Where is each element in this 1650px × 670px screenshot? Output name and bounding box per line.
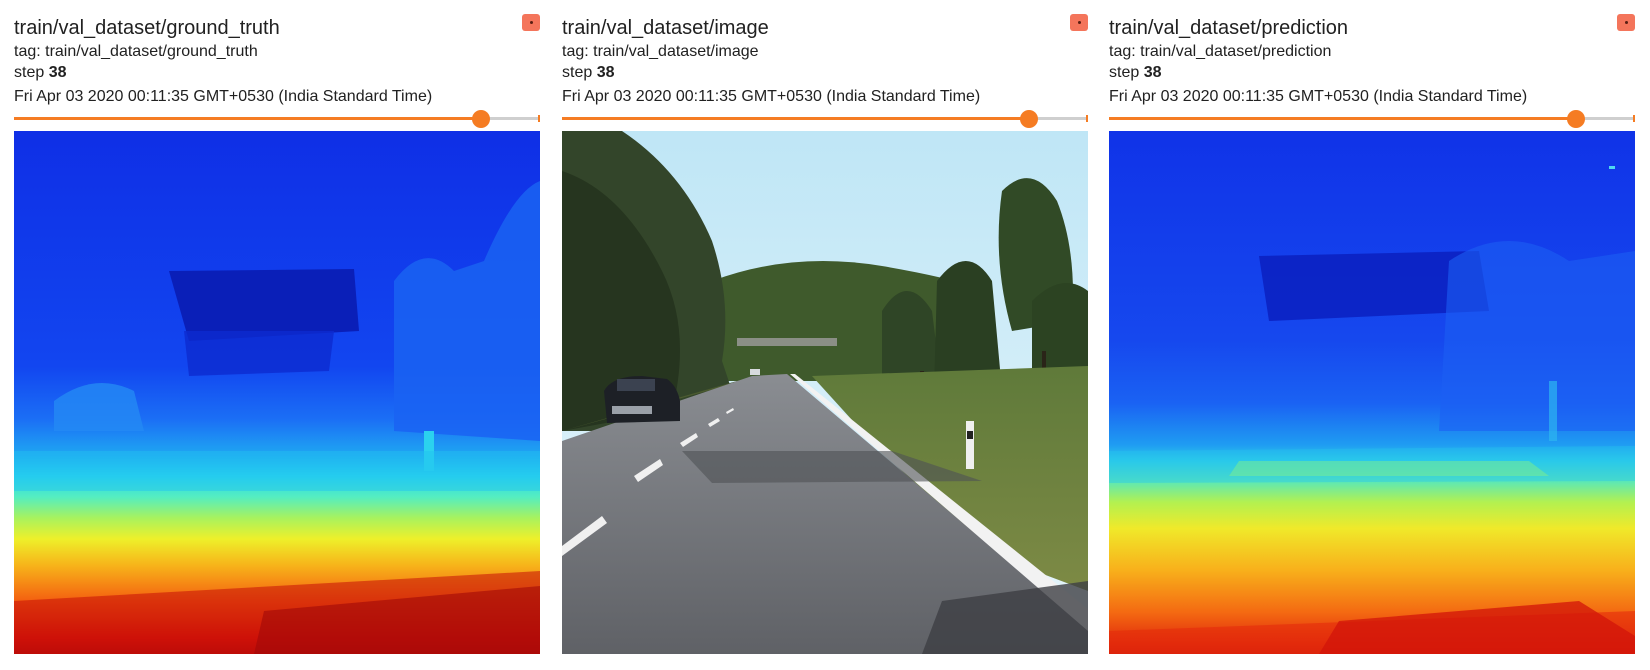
slider-end-tick (1086, 115, 1088, 122)
step-label: step (14, 64, 45, 81)
road-scene-graphic (562, 131, 1088, 654)
card-title: train/val_dataset/prediction (1109, 17, 1349, 39)
step-slider[interactable] (1109, 107, 1635, 131)
expand-icon[interactable] (1070, 14, 1088, 31)
wall-time: Fri Apr 03 2020 00:11:35 GMT+0530 (India… (14, 88, 433, 105)
card-tag: tag: train/val_dataset/ground_truth (14, 43, 258, 60)
card-title: train/val_dataset/image (562, 17, 769, 39)
wall-time: Fri Apr 03 2020 00:11:35 GMT+0530 (India… (562, 88, 981, 105)
slider-fill (14, 117, 482, 120)
depth-map-graphic (14, 131, 540, 654)
card-tag: tag: train/val_dataset/image (562, 43, 759, 60)
slider-end-tick (538, 115, 540, 122)
step-label: step (1109, 64, 1140, 81)
depth-map-graphic (1109, 131, 1635, 654)
slider-knob[interactable] (472, 110, 491, 128)
slider-fill (562, 117, 1030, 120)
slider-knob[interactable] (1020, 110, 1039, 128)
card-tag: tag: train/val_dataset/prediction (1109, 43, 1332, 60)
rgb-image-road-scene (562, 131, 1088, 654)
card-title: train/val_dataset/ground_truth (14, 17, 280, 39)
slider-fill (1109, 117, 1577, 120)
expand-icon[interactable] (1617, 14, 1635, 31)
slider-knob[interactable] (1567, 110, 1586, 128)
step-line: step 38 (1109, 63, 1162, 83)
step-slider[interactable] (562, 107, 1088, 131)
image-card-prediction: train/val_dataset/prediction tag: train/… (1109, 0, 1635, 660)
wall-time: Fri Apr 03 2020 00:11:35 GMT+0530 (India… (1109, 88, 1528, 105)
step-line: step 38 (562, 63, 615, 83)
depth-image-prediction (1109, 131, 1635, 654)
slider-end-tick (1633, 115, 1635, 122)
step-label: step (562, 64, 593, 81)
step-slider[interactable] (14, 107, 540, 131)
image-card-ground-truth: train/val_dataset/ground_truth tag: trai… (14, 0, 540, 660)
step-value: 38 (48, 64, 67, 81)
depth-image-ground-truth (14, 131, 540, 654)
image-card-input: train/val_dataset/image tag: train/val_d… (562, 0, 1088, 660)
expand-icon[interactable] (522, 14, 540, 31)
step-value: 38 (596, 64, 615, 81)
step-line: step 38 (14, 63, 67, 83)
step-value: 38 (1143, 64, 1162, 81)
